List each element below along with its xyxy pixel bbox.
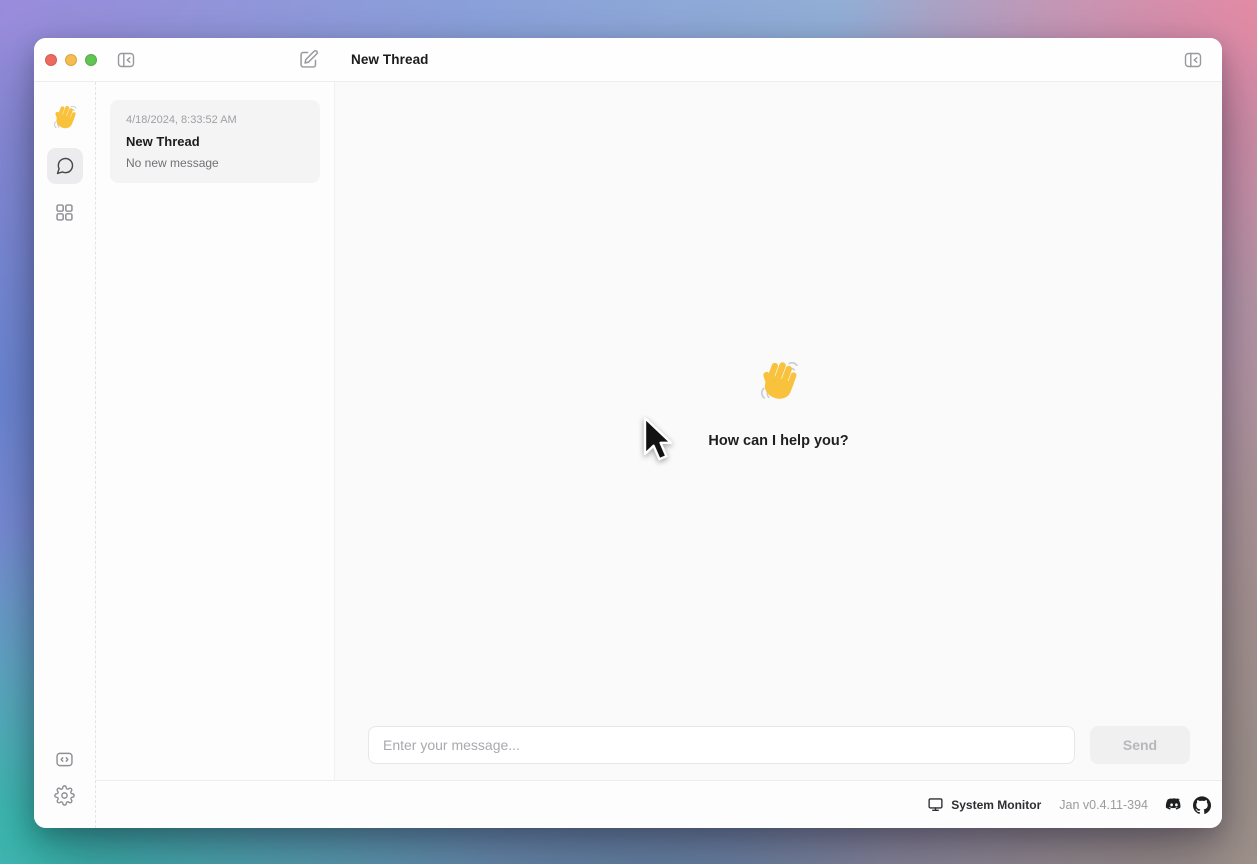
main-header: New Thread	[335, 38, 1222, 81]
desktop-background: { "titlebar": { "title": "New Thread", "…	[0, 0, 1257, 864]
app-window: New Thread	[34, 38, 1222, 828]
system-monitor-toggle[interactable]: System Monitor	[927, 796, 1041, 813]
sidebar-item-local-api-server[interactable]	[50, 744, 80, 774]
wave-emoji-icon	[756, 359, 802, 405]
thread-list-panel: 4/18/2024, 8:33:52 AM New Thread No new …	[96, 82, 335, 780]
greeting-text: How can I help you?	[708, 433, 848, 449]
sidebar-item-settings[interactable]	[50, 780, 80, 810]
thread-preview: No new message	[126, 156, 304, 170]
sidebar-item-threads[interactable]	[47, 148, 83, 184]
collapse-right-panel-icon[interactable]	[1180, 47, 1206, 73]
titlebar: New Thread	[34, 38, 1222, 82]
monitor-icon	[927, 796, 944, 813]
local-api-server-icon	[54, 749, 75, 770]
thread-title: New Thread	[126, 134, 304, 150]
close-window-button[interactable]	[45, 54, 57, 66]
thread-timestamp: 4/18/2024, 8:33:52 AM	[126, 113, 304, 127]
discord-icon[interactable]	[1164, 795, 1184, 815]
window-body: 4/18/2024, 8:33:52 AM New Thread No new …	[34, 82, 1222, 828]
collapse-left-panel-icon[interactable]	[113, 47, 139, 73]
minimize-window-button[interactable]	[65, 54, 77, 66]
app-version-label: Jan v0.4.11-394	[1059, 798, 1148, 812]
traffic-lights	[45, 54, 97, 66]
sidebar-item-hub[interactable]	[47, 194, 83, 230]
message-composer: Send	[335, 726, 1222, 780]
github-icon[interactable]	[1193, 796, 1211, 814]
send-button[interactable]: Send	[1090, 726, 1190, 764]
empty-chat-state: How can I help you?	[335, 82, 1222, 726]
sidebar-rail	[34, 82, 96, 828]
chat-bubble-icon	[55, 156, 75, 176]
new-thread-compose-icon[interactable]	[295, 47, 321, 73]
message-input[interactable]	[368, 726, 1075, 764]
thread-list-item[interactable]: 4/18/2024, 8:33:52 AM New Thread No new …	[110, 100, 320, 183]
page-title: New Thread	[351, 52, 429, 67]
settings-gear-icon	[54, 785, 75, 806]
social-links	[1164, 795, 1211, 815]
chat-main-panel: How can I help you? Send	[335, 82, 1222, 780]
titlebar-left-panel	[34, 38, 335, 81]
right-column: 4/18/2024, 8:33:52 AM New Thread No new …	[96, 82, 1222, 828]
content-row: 4/18/2024, 8:33:52 AM New Thread No new …	[96, 82, 1222, 780]
status-bar: System Monitor Jan v0.4.11-394	[96, 780, 1222, 828]
zoom-window-button[interactable]	[85, 54, 97, 66]
grid-icon	[54, 202, 75, 223]
wave-logo-icon	[51, 104, 79, 132]
system-monitor-label: System Monitor	[951, 798, 1041, 812]
